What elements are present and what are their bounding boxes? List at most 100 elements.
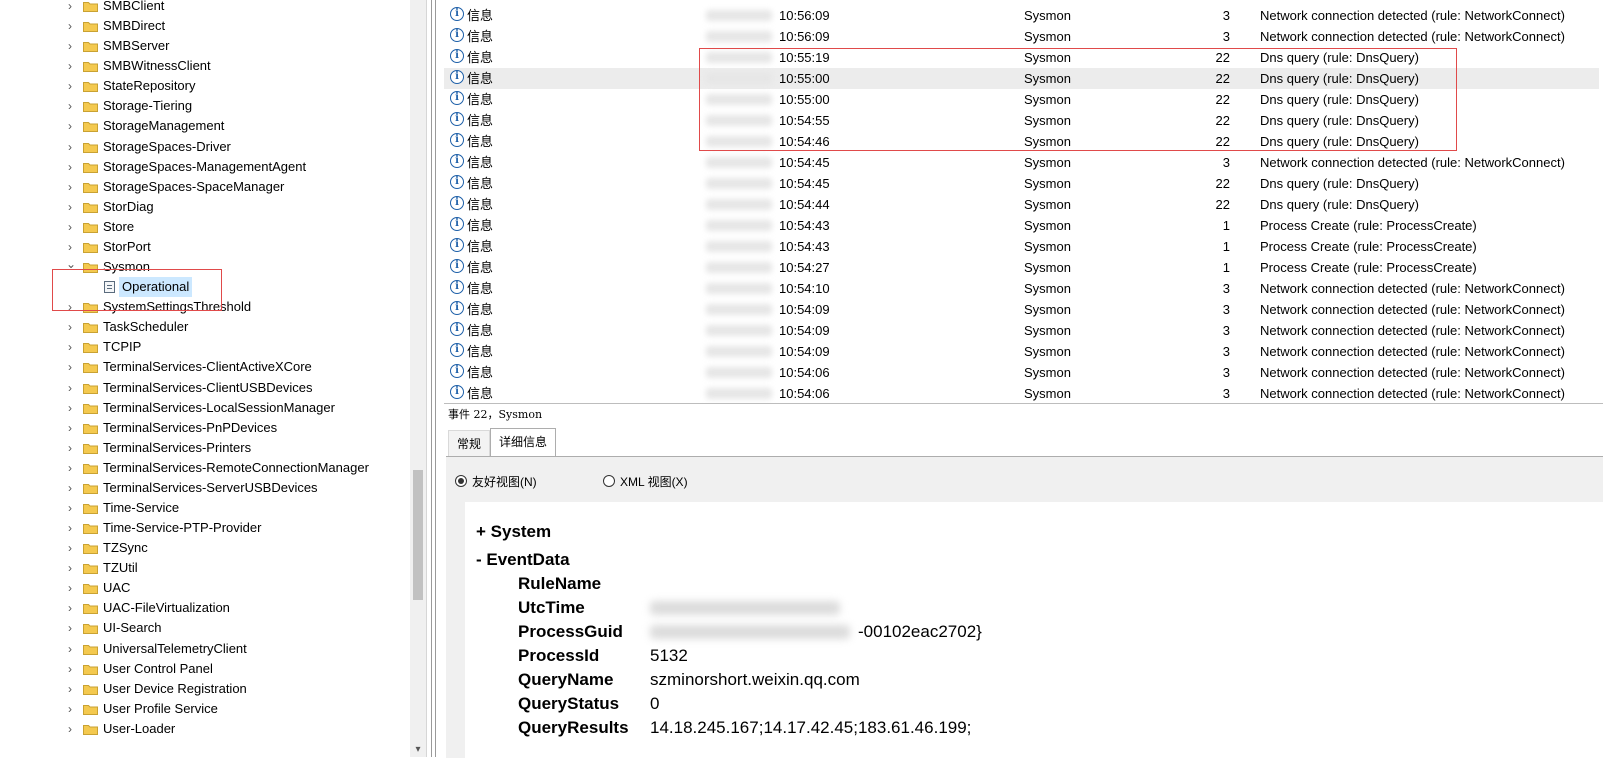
- chevron-right-icon[interactable]: ›: [66, 462, 74, 474]
- tree-folder-item[interactable]: › SMBClient: [0, 0, 410, 16]
- tree-folder-item[interactable]: › SMBServer: [0, 36, 410, 56]
- tree-folder-item[interactable]: › StorDiag: [0, 197, 410, 217]
- event-row[interactable]: i 信息 10:54:43 Sysmon 1 Process Create (rule: …: [444, 215, 1599, 236]
- chevron-right-icon[interactable]: ›: [66, 502, 74, 514]
- tree-folder-item[interactable]: › User-Loader: [0, 719, 410, 739]
- chevron-right-icon[interactable]: ›: [66, 221, 74, 233]
- tree-folder-item[interactable]: › Time-Service: [0, 498, 410, 518]
- tree-folder-item[interactable]: › SMBWitnessClient: [0, 56, 410, 76]
- tab-details[interactable]: 详细信息: [490, 428, 557, 456]
- tree-scroll-thumb[interactable]: [413, 470, 423, 600]
- chevron-right-icon[interactable]: ›: [66, 341, 74, 353]
- tree-folder-item[interactable]: › StorPort: [0, 237, 410, 257]
- tree-folder-item[interactable]: › User Profile Service: [0, 699, 410, 719]
- chevron-right-icon[interactable]: ›: [66, 361, 74, 373]
- event-row[interactable]: i 信息 10:54:46 Sysmon 22 Dns query (rule: DnsQ…: [444, 131, 1599, 152]
- tree-folder-item[interactable]: › TerminalServices-LocalSessionManager: [0, 398, 410, 418]
- event-row[interactable]: i 信息 10:55:00 Sysmon 22 Dns query (rule: DnsQ…: [444, 68, 1599, 89]
- tree-folder-item[interactable]: › Time-Service-PTP-Provider: [0, 518, 410, 538]
- event-row[interactable]: i 信息 10:54:45 Sysmon 22 Dns query (rule: DnsQ…: [444, 173, 1599, 194]
- tree-scrollbar[interactable]: ▾: [410, 0, 426, 757]
- chevron-right-icon[interactable]: ›: [66, 120, 74, 132]
- chevron-right-icon[interactable]: ›: [66, 161, 74, 173]
- tree-folder-item[interactable]: › TaskScheduler: [0, 317, 410, 337]
- chevron-right-icon[interactable]: ›: [66, 301, 74, 313]
- tree-folder-item[interactable]: › TerminalServices-PnPDevices: [0, 418, 410, 438]
- tree-folder-item[interactable]: › TerminalServices-ClientActiveXCore: [0, 357, 410, 377]
- scroll-down-arrow-icon[interactable]: ▾: [410, 743, 426, 757]
- event-row[interactable]: i 信息 10:54:06 Sysmon 3 Network connection det…: [444, 383, 1599, 403]
- chevron-right-icon[interactable]: ›: [66, 683, 74, 695]
- log-tree-pane[interactable]: › SMBClient › SMBDirect › SMBServer › SMBWitnes…: [0, 0, 420, 757]
- chevron-right-icon[interactable]: ›: [66, 522, 74, 534]
- event-row[interactable]: i 信息 10:54:27 Sysmon 1 Process Create (rule: …: [444, 257, 1599, 278]
- tree-folder-item[interactable]: › TerminalServices-ServerUSBDevices: [0, 478, 410, 498]
- event-row[interactable]: i 信息 10:55:00 Sysmon 22 Dns query (rule: DnsQ…: [444, 89, 1599, 110]
- chevron-right-icon[interactable]: ›: [66, 663, 74, 675]
- tree-folder-item[interactable]: › Store: [0, 217, 410, 237]
- tree-folder-item[interactable]: › TCPIP: [0, 337, 410, 357]
- event-row[interactable]: i 信息 10:54:09 Sysmon 3 Network connection det…: [444, 320, 1599, 341]
- chevron-right-icon[interactable]: ›: [66, 201, 74, 213]
- chevron-right-icon[interactable]: ›: [66, 80, 74, 92]
- tree-folder-item[interactable]: › TerminalServices-ClientUSBDevices: [0, 378, 410, 398]
- chevron-right-icon[interactable]: ›: [66, 562, 74, 574]
- tab-general[interactable]: 常规: [448, 430, 491, 456]
- tree-folder-item[interactable]: › TZUtil: [0, 558, 410, 578]
- event-row[interactable]: i 信息 10:56:09 Sysmon 3 Network connection det…: [444, 26, 1599, 47]
- tree-folder-item[interactable]: › SMBDirect: [0, 16, 410, 36]
- tree-folder-item[interactable]: › UAC-FileVirtualization: [0, 598, 410, 618]
- tree-folder-item[interactable]: › Storage-Tiering: [0, 96, 410, 116]
- chevron-right-icon[interactable]: ›: [66, 602, 74, 614]
- chevron-right-icon[interactable]: ›: [66, 382, 74, 394]
- tree-folder-item[interactable]: › StorageSpaces-Driver: [0, 137, 410, 157]
- event-row[interactable]: i 信息 10:54:09 Sysmon 3 Network connection det…: [444, 341, 1599, 362]
- chevron-right-icon[interactable]: ›: [66, 141, 74, 153]
- tree-folder-item[interactable]: › User Control Panel: [0, 659, 410, 679]
- chevron-right-icon[interactable]: ›: [66, 181, 74, 193]
- tree-folder-item[interactable]: › User Device Registration: [0, 679, 410, 699]
- event-row[interactable]: i 信息 10:54:44 Sysmon 22 Dns query (rule: DnsQ…: [444, 194, 1599, 215]
- chevron-right-icon[interactable]: ›: [66, 321, 74, 333]
- chevron-right-icon[interactable]: ›: [66, 60, 74, 72]
- chevron-right-icon[interactable]: ›: [66, 723, 74, 735]
- chevron-right-icon[interactable]: ›: [66, 482, 74, 494]
- event-row[interactable]: i 信息 10:55:19 Sysmon 22 Dns query (rule: DnsQ…: [444, 47, 1599, 68]
- xml-view-radio[interactable]: XML 视图(X): [603, 473, 688, 489]
- event-row[interactable]: i 信息 10:54:09 Sysmon 3 Network connection det…: [444, 299, 1599, 320]
- tree-log-item[interactable]: Operational: [0, 277, 410, 298]
- chevron-right-icon[interactable]: ›: [66, 622, 74, 634]
- event-row[interactable]: i 信息 10:56:09 Sysmon 3 Network connection det…: [444, 5, 1599, 26]
- chevron-right-icon[interactable]: ›: [66, 643, 74, 655]
- chevron-right-icon[interactable]: ›: [66, 582, 74, 594]
- event-row[interactable]: i 信息 10:54:06 Sysmon 3 Network connection det…: [444, 362, 1599, 383]
- tree-folder-item[interactable]: › StorageSpaces-ManagementAgent: [0, 157, 410, 177]
- tree-folder-item[interactable]: › UI-Search: [0, 618, 410, 638]
- chevron-right-icon[interactable]: ›: [66, 0, 74, 12]
- event-row[interactable]: i 信息 10:54:43 Sysmon 1 Process Create (rule: …: [444, 236, 1599, 257]
- event-row[interactable]: i 信息 10:54:45 Sysmon 3 Network connection det…: [444, 152, 1599, 173]
- tree-folder-item[interactable]: › UAC: [0, 578, 410, 598]
- chevron-right-icon[interactable]: ›: [66, 100, 74, 112]
- tree-folder-item[interactable]: › TerminalServices-RemoteConnectionManage…: [0, 458, 410, 478]
- chevron-right-icon[interactable]: ›: [66, 442, 74, 454]
- chevron-right-icon[interactable]: ›: [66, 402, 74, 414]
- tree-folder-item[interactable]: › SystemSettingsThreshold: [0, 297, 410, 317]
- chevron-right-icon[interactable]: ›: [66, 422, 74, 434]
- tree-folder-item[interactable]: › StorageSpaces-SpaceManager: [0, 177, 410, 197]
- event-list[interactable]: i 信息 10:56:09 Sysmon 3 Network connection det…: [444, 0, 1603, 403]
- friendly-view-radio[interactable]: 友好视图(N): [455, 473, 537, 489]
- eventdata-section-toggle[interactable]: - EventData: [476, 549, 570, 571]
- tree-folder-item[interactable]: › TZSync: [0, 538, 410, 558]
- pane-splitter[interactable]: [426, 0, 445, 757]
- tree-folder-item[interactable]: › StateRepository: [0, 76, 410, 96]
- chevron-right-icon[interactable]: ›: [66, 40, 74, 52]
- system-section-toggle[interactable]: + System: [476, 521, 551, 543]
- chevron-right-icon[interactable]: ›: [66, 241, 74, 253]
- chevron-down-icon[interactable]: ⌄: [66, 258, 76, 270]
- tree-folder-item[interactable]: › TerminalServices-Printers: [0, 438, 410, 458]
- chevron-right-icon[interactable]: ›: [66, 703, 74, 715]
- tree-folder-item[interactable]: › StorageManagement: [0, 116, 410, 136]
- event-row[interactable]: i 信息 10:54:10 Sysmon 3 Network connection det…: [444, 278, 1599, 299]
- chevron-right-icon[interactable]: ›: [66, 542, 74, 554]
